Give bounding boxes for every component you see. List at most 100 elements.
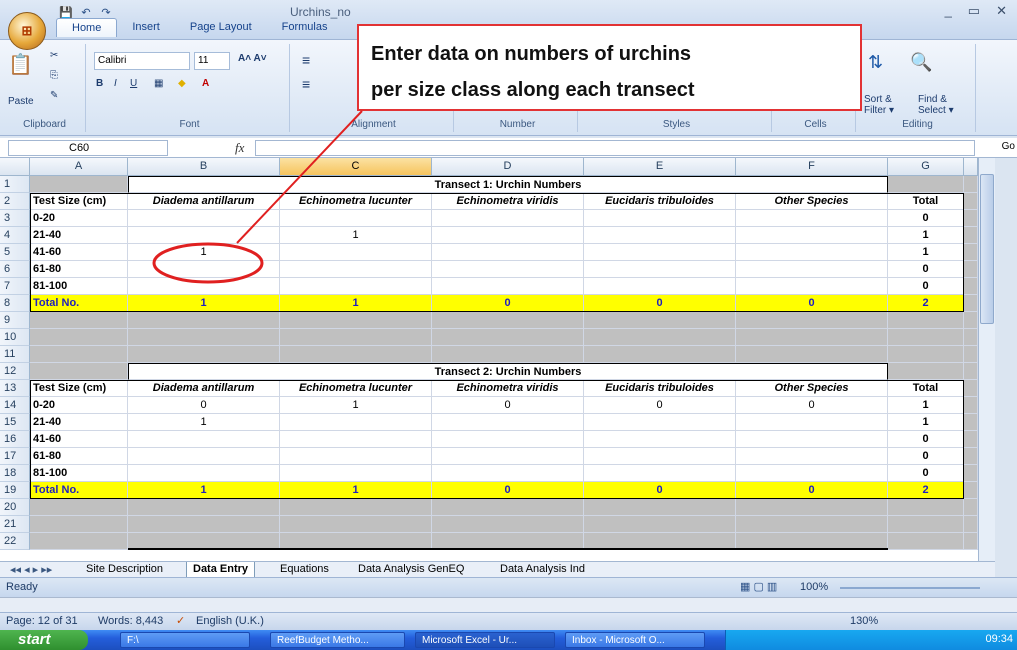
grid-cell[interactable] (964, 193, 978, 210)
row-header[interactable]: 17 (0, 448, 30, 465)
row-header[interactable]: 6 (0, 261, 30, 278)
transect1-data-cell[interactable] (432, 244, 584, 261)
column-header-f[interactable]: F (736, 158, 888, 176)
paste-icon[interactable]: 📋 (8, 52, 33, 77)
copy-icon[interactable]: ⎘ (50, 70, 58, 81)
format-painter-icon[interactable]: ✎ (50, 90, 58, 101)
grid-cell[interactable] (964, 278, 978, 295)
sheet-nav-arrows[interactable]: ◂◂ ◂ ▸ ▸▸ (4, 562, 58, 578)
find-select-button[interactable]: Find & Select ▾ (918, 94, 968, 116)
grid-cell[interactable] (888, 533, 964, 550)
grid-cell[interactable] (280, 499, 432, 516)
underline-icon[interactable]: U (130, 78, 137, 89)
grid-cell[interactable] (964, 210, 978, 227)
excel-zoom-slider[interactable] (840, 587, 980, 589)
grid-cell[interactable] (964, 414, 978, 431)
tab-home[interactable]: Home (56, 18, 118, 37)
sheet-tab-data-analysis-ind[interactable]: Data Analysis Ind (494, 562, 591, 578)
row-header[interactable]: 22 (0, 533, 30, 550)
transect1-data-cell[interactable] (432, 261, 584, 278)
function-icon[interactable]: fx (235, 140, 244, 156)
row-header[interactable]: 20 (0, 499, 30, 516)
select-all-corner[interactable] (0, 158, 30, 176)
sheet-tab-equations[interactable]: Equations (274, 562, 335, 578)
row-header[interactable]: 4 (0, 227, 30, 244)
transect2-data-cell[interactable] (432, 431, 584, 448)
transect1-data-cell[interactable] (432, 278, 584, 295)
grid-cell[interactable] (964, 499, 978, 516)
row-header[interactable]: 8 (0, 295, 30, 312)
fill-color-icon[interactable]: ◆ (178, 78, 186, 89)
grid-cell[interactable] (280, 346, 432, 363)
transect2-data-cell[interactable]: 0 (888, 465, 964, 482)
grid-cell[interactable] (128, 499, 280, 516)
transect2-data-cell[interactable] (736, 414, 888, 431)
transect2-data-cell[interactable]: 1 (888, 397, 964, 414)
grid-cell[interactable] (432, 516, 584, 533)
grid-cell[interactable] (280, 329, 432, 346)
transect2-data-cell[interactable] (128, 465, 280, 482)
transect2-data-cell[interactable] (584, 414, 736, 431)
column-header-c[interactable]: C (280, 158, 432, 176)
grid-cell[interactable] (964, 312, 978, 329)
align-left-icon[interactable]: ≡ (302, 76, 310, 92)
grid-cell[interactable] (736, 329, 888, 346)
transect1-data-cell[interactable]: 0 (888, 278, 964, 295)
grid-cell[interactable] (128, 312, 280, 329)
sort-filter-button[interactable]: Sort & Filter ▾ (864, 94, 914, 116)
grid-cell[interactable] (432, 312, 584, 329)
grid-cell[interactable] (584, 329, 736, 346)
grid-cell[interactable] (128, 329, 280, 346)
row-header[interactable]: 9 (0, 312, 30, 329)
transect1-data-cell[interactable] (432, 210, 584, 227)
grid-cell[interactable] (432, 329, 584, 346)
transect2-data-cell[interactable] (736, 465, 888, 482)
grid-cell[interactable] (280, 516, 432, 533)
find-icon[interactable]: 🔍 (910, 52, 932, 73)
transect2-data-cell[interactable] (432, 414, 584, 431)
grid-cell[interactable] (888, 363, 964, 380)
row-header[interactable]: 16 (0, 431, 30, 448)
grid-cell[interactable] (964, 227, 978, 244)
transect1-data-cell[interactable]: 1 (888, 244, 964, 261)
tab-page-layout[interactable]: Page Layout (175, 18, 267, 37)
grid-cell[interactable] (964, 329, 978, 346)
transect2-data-cell[interactable] (584, 465, 736, 482)
row-header[interactable]: 19 (0, 482, 30, 499)
transect2-data-cell[interactable]: 0 (736, 397, 888, 414)
name-box[interactable]: C60 (8, 140, 168, 156)
formula-input[interactable] (255, 140, 975, 156)
transect2-data-cell[interactable] (280, 431, 432, 448)
grid-cell[interactable] (584, 346, 736, 363)
row-header[interactable]: 18 (0, 465, 30, 482)
grid-cell[interactable] (584, 516, 736, 533)
maximize-button[interactable]: ▭ (968, 3, 980, 19)
font-color-icon[interactable]: A (202, 78, 209, 89)
column-header-d[interactable]: D (432, 158, 584, 176)
transect1-data-cell[interactable] (280, 278, 432, 295)
row-header[interactable]: 12 (0, 363, 30, 380)
grid-cell[interactable] (888, 312, 964, 329)
sheet-tab-data-analysis-geneq[interactable]: Data Analysis GenEQ (352, 562, 470, 578)
grid-cell[interactable] (964, 482, 978, 499)
row-header[interactable]: 3 (0, 210, 30, 227)
taskbar-item-excel[interactable]: Microsoft Excel - Ur... (415, 632, 555, 648)
transect1-data-cell[interactable] (584, 244, 736, 261)
row-header[interactable]: 13 (0, 380, 30, 397)
grid-cell[interactable] (280, 312, 432, 329)
grid-cell[interactable] (964, 244, 978, 261)
transect1-data-cell[interactable] (584, 261, 736, 278)
grid-cell[interactable] (584, 499, 736, 516)
transect1-data-cell[interactable] (280, 261, 432, 278)
grid-cell[interactable] (888, 329, 964, 346)
transect2-data-cell[interactable]: 1 (888, 414, 964, 431)
transect1-data-cell[interactable] (584, 227, 736, 244)
grid-cell[interactable] (432, 346, 584, 363)
grid-cell[interactable] (30, 329, 128, 346)
minimize-button[interactable]: _ (945, 3, 952, 19)
vertical-scroll-thumb[interactable] (980, 174, 994, 324)
font-size-combo[interactable]: 11 (194, 52, 230, 70)
grid-cell[interactable] (964, 261, 978, 278)
close-button[interactable]: ✕ (996, 3, 1007, 19)
italic-icon[interactable]: I (114, 78, 117, 89)
